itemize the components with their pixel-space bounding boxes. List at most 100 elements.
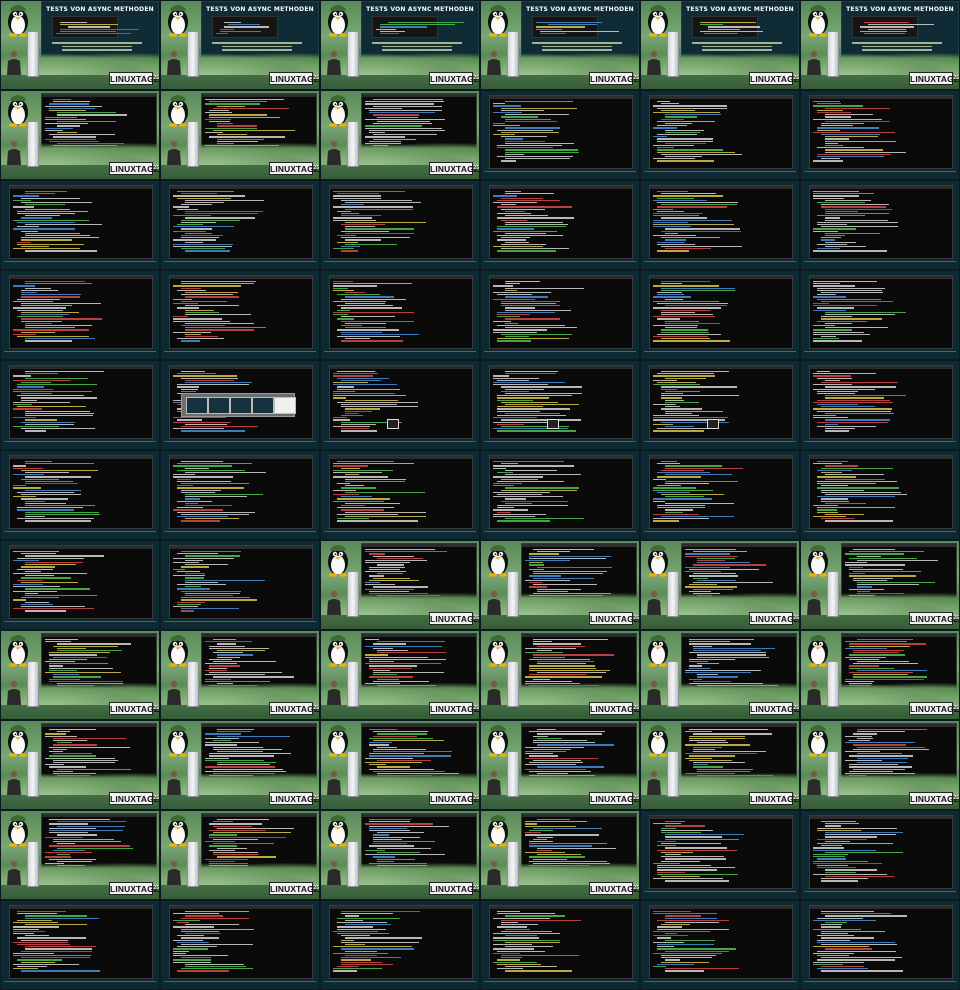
window-switcher-item[interactable] — [186, 397, 208, 414]
code-line — [689, 665, 702, 667]
code-line — [665, 322, 720, 325]
code-line — [365, 136, 405, 138]
code-line — [17, 491, 74, 494]
code-line — [505, 138, 524, 140]
video-frame-thumbnail — [481, 901, 639, 989]
code-line — [665, 496, 704, 498]
video-frame-thumbnail: TESTS VON ASYNC METHODEN LINUXTAGE 25 — [801, 1, 959, 89]
code-line — [217, 735, 290, 737]
shell-prompt-line — [644, 261, 796, 263]
lectern — [667, 661, 679, 707]
window-switcher[interactable] — [181, 393, 296, 417]
code-line — [209, 753, 291, 755]
code-line — [177, 553, 219, 555]
code-line — [205, 737, 239, 740]
code-line — [533, 641, 553, 643]
code-line — [817, 294, 836, 296]
code-line — [845, 656, 887, 658]
code-line — [341, 331, 382, 333]
code-line — [345, 296, 394, 298]
code-line — [661, 388, 677, 390]
code-line — [45, 733, 67, 735]
code-line — [345, 202, 422, 204]
code-line — [337, 241, 358, 243]
code-line — [853, 748, 930, 751]
code-line — [497, 239, 526, 241]
code-line — [365, 849, 386, 852]
code-line — [857, 555, 882, 557]
code-line — [653, 478, 667, 480]
code-line — [536, 28, 563, 30]
code-line — [337, 386, 354, 388]
linuxtage-logo: LINUXTAGE — [749, 612, 799, 625]
code-line — [21, 382, 51, 384]
code-line — [501, 219, 527, 221]
code-line — [177, 384, 249, 386]
code-line — [857, 661, 909, 663]
window-switcher-item[interactable] — [230, 397, 252, 414]
terminal-titlebar — [42, 94, 156, 97]
video-frame-thumbnail — [801, 271, 959, 359]
code-line — [497, 959, 520, 961]
window-switcher-item[interactable] — [274, 397, 296, 414]
speaker — [485, 589, 503, 615]
code-line — [661, 331, 709, 333]
code-line — [185, 423, 227, 426]
terminal-titlebar — [490, 366, 632, 369]
code-line — [177, 289, 207, 292]
code-line — [665, 116, 697, 118]
code-line — [373, 114, 419, 116]
code-line — [821, 123, 864, 125]
terminal-titlebar — [650, 96, 792, 99]
code-line — [813, 415, 837, 417]
code-line — [365, 584, 396, 586]
terminal-titlebar — [522, 724, 636, 727]
code-line — [493, 329, 548, 331]
code-line — [497, 217, 575, 219]
shell-prompt-line — [4, 351, 156, 353]
code-line — [217, 134, 247, 136]
window-switcher-item[interactable] — [208, 397, 230, 414]
speaker — [805, 769, 823, 795]
video-frame-thumbnail: TESTS VON ASYNC METHODEN LINUXTAGE 25 — [481, 1, 639, 89]
code-line — [525, 753, 554, 755]
code-line — [653, 112, 720, 114]
video-frame-thumbnail — [321, 451, 479, 539]
code-line — [17, 966, 47, 968]
code-line — [657, 849, 738, 851]
code-line — [333, 283, 412, 285]
code-line — [825, 494, 907, 496]
code-line — [333, 390, 355, 393]
code-line — [661, 461, 678, 463]
video-frame-thumbnail — [321, 361, 479, 449]
year-mark: 25 — [793, 795, 799, 801]
code-line — [217, 762, 277, 764]
window-switcher-item[interactable] — [252, 397, 274, 414]
code-line — [813, 375, 851, 377]
lectern — [827, 751, 839, 797]
code-line — [25, 283, 92, 285]
code-line — [813, 928, 861, 930]
code-line — [185, 518, 240, 520]
code-line — [825, 136, 879, 138]
code-line — [369, 590, 410, 593]
code-line — [661, 237, 721, 239]
code-line — [665, 467, 743, 469]
code-line — [205, 770, 286, 773]
terminal-titlebar — [362, 544, 476, 547]
code-line — [13, 219, 89, 221]
linuxtage-logo: LINUXTAGE — [109, 162, 159, 175]
code-line — [525, 823, 538, 825]
code-lines — [333, 461, 469, 526]
code-line — [821, 406, 876, 408]
code-line — [217, 656, 241, 658]
code-line — [217, 731, 251, 733]
code-line — [825, 107, 890, 109]
code-line — [657, 428, 710, 430]
terminal-window — [489, 95, 633, 169]
code-line — [497, 913, 556, 915]
terminal-titlebar — [810, 186, 952, 189]
terminal-titlebar — [10, 546, 152, 549]
code-line — [345, 485, 364, 487]
code-line — [501, 390, 530, 393]
